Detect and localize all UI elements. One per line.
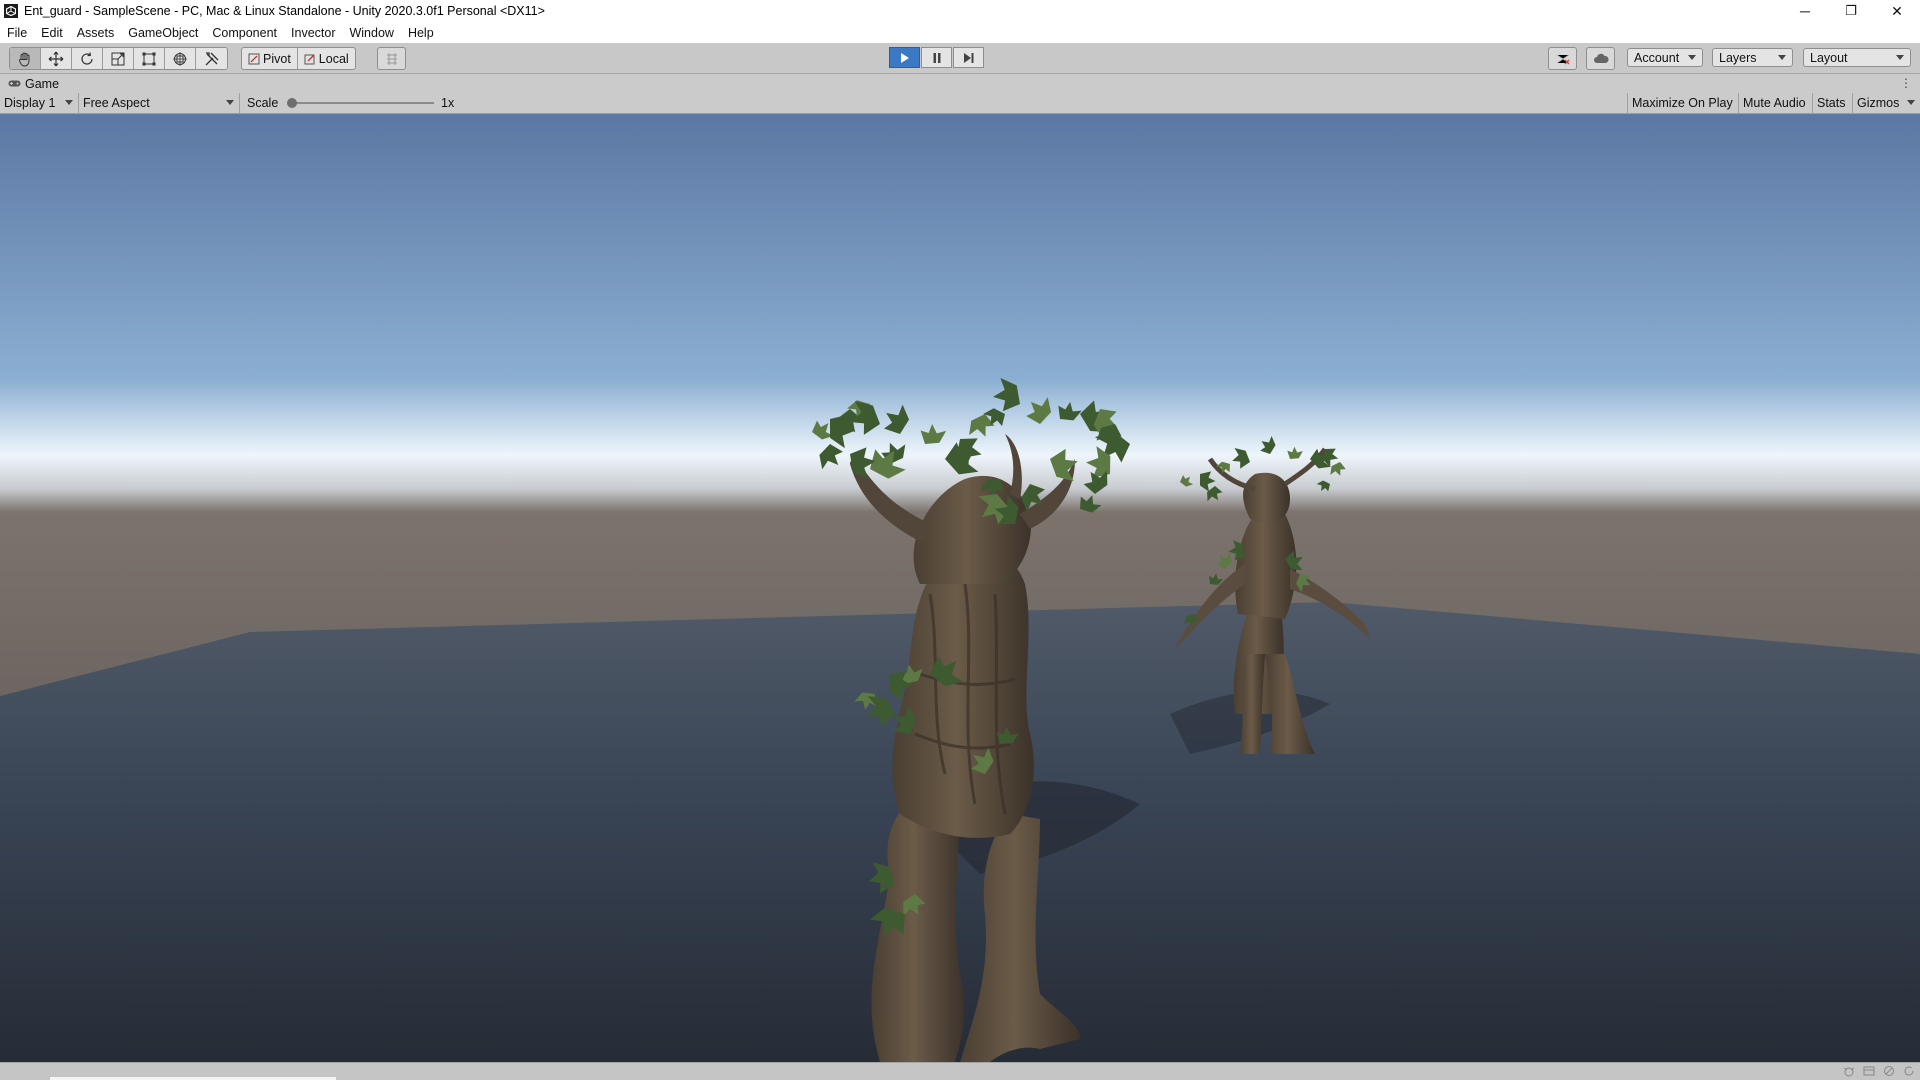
status-bar xyxy=(0,1062,1920,1080)
minimize-button[interactable]: ─ xyxy=(1782,0,1828,22)
pivot-label: Pivot xyxy=(263,51,291,66)
hand-tool-button[interactable] xyxy=(10,48,41,69)
local-toggle[interactable]: Local xyxy=(298,48,355,69)
menu-component[interactable]: Component xyxy=(205,26,284,40)
mute-audio-label: Mute Audio xyxy=(1743,96,1806,110)
maximize-on-play-label: Maximize On Play xyxy=(1632,96,1733,110)
bug-icon xyxy=(1843,1067,1855,1077)
cloud-button[interactable] xyxy=(1586,47,1615,70)
rotate-icon xyxy=(81,51,93,65)
step-button[interactable] xyxy=(953,47,984,68)
chevron-down-icon xyxy=(1688,55,1696,60)
tab-game[interactable]: Game xyxy=(0,77,59,91)
move-tool-button[interactable] xyxy=(41,48,72,69)
menu-file[interactable]: File xyxy=(0,26,34,40)
chevron-down-icon xyxy=(1907,100,1915,105)
chevron-down-icon xyxy=(65,100,73,105)
custom-tool-button[interactable] xyxy=(196,48,227,69)
play-controls xyxy=(889,47,985,68)
scale-slider-knob[interactable] xyxy=(287,98,297,108)
tools-icon xyxy=(205,51,218,65)
auto-lighting-icon xyxy=(1884,1066,1894,1076)
pivot-icon xyxy=(248,53,260,64)
close-button[interactable]: ✕ xyxy=(1874,0,1920,22)
scale-label: Scale xyxy=(247,96,279,110)
chevron-down-icon xyxy=(1778,55,1786,60)
gamepad-icon xyxy=(8,80,21,87)
menu-gameobject[interactable]: GameObject xyxy=(121,26,205,40)
game-tab-row: Game ⋮ xyxy=(0,74,1920,93)
chevron-down-icon xyxy=(1896,55,1904,60)
rect-tool-button[interactable] xyxy=(134,48,165,69)
rotate-tool-button[interactable] xyxy=(72,48,103,69)
mute-audio-toggle[interactable]: Mute Audio xyxy=(1738,93,1812,113)
game-view-toolbar: Display 1 Free Aspect Scale 1x Maximize … xyxy=(0,93,1920,114)
pivot-toggle[interactable]: Pivot xyxy=(242,48,298,69)
transform-tools xyxy=(9,47,228,70)
pivot-toggles: Pivot Local xyxy=(241,47,356,70)
local-label: Local xyxy=(318,51,349,66)
rect-icon xyxy=(142,52,156,65)
pause-button[interactable] xyxy=(921,47,952,68)
stats-label: Stats xyxy=(1817,96,1846,110)
layout-label: Layout xyxy=(1810,50,1848,65)
cache-icon xyxy=(1863,1066,1875,1076)
scale-slider[interactable] xyxy=(289,102,434,104)
pause-icon xyxy=(933,52,940,63)
transform-tool-button[interactable] xyxy=(165,48,196,69)
chevron-down-icon xyxy=(226,100,234,105)
scale-icon xyxy=(111,52,125,65)
step-icon xyxy=(963,52,973,63)
menu-bar: File Edit Assets GameObject Component In… xyxy=(0,22,1920,43)
account-dropdown[interactable]: Account xyxy=(1627,48,1703,67)
collab-button[interactable] xyxy=(1548,47,1577,70)
menu-edit[interactable]: Edit xyxy=(34,26,70,40)
sync-icon xyxy=(1904,1066,1914,1076)
window-title: Ent_guard - SampleScene - PC, Mac & Linu… xyxy=(24,4,545,18)
gizmos-label: Gizmos xyxy=(1857,96,1900,110)
collab-icon xyxy=(1556,54,1569,64)
account-label: Account xyxy=(1634,50,1680,65)
layout-dropdown[interactable]: Layout xyxy=(1803,48,1911,67)
layers-dropdown[interactable]: Layers xyxy=(1712,48,1793,67)
gizmos-dropdown[interactable]: Gizmos xyxy=(1852,93,1920,113)
game-viewport[interactable] xyxy=(0,114,1920,1062)
maximize-on-play-toggle[interactable]: Maximize On Play xyxy=(1627,93,1738,113)
game-render xyxy=(0,114,1920,1062)
layers-label: Layers xyxy=(1719,50,1757,65)
scale-tool-button[interactable] xyxy=(103,48,134,69)
tab-game-label: Game xyxy=(25,76,60,91)
unity-logo-icon xyxy=(4,4,18,18)
aspect-label: Free Aspect xyxy=(83,96,150,110)
display-dropdown[interactable]: Display 1 xyxy=(0,93,79,113)
menu-invector[interactable]: Invector xyxy=(284,26,342,40)
grid-snap-button[interactable] xyxy=(377,47,406,70)
play-button[interactable] xyxy=(889,47,920,68)
menu-assets[interactable]: Assets xyxy=(70,26,122,40)
display-label: Display 1 xyxy=(4,96,56,110)
grid-snap-icon xyxy=(386,52,397,65)
menu-help[interactable]: Help xyxy=(401,26,441,40)
stats-toggle[interactable]: Stats xyxy=(1812,93,1852,113)
cloud-icon xyxy=(1593,53,1609,63)
move-icon xyxy=(48,51,64,66)
transform-icon xyxy=(173,51,187,66)
local-icon xyxy=(304,54,315,64)
status-icons xyxy=(1842,1064,1916,1078)
main-toolbar: Pivot Local Account Layers Layout xyxy=(0,43,1920,74)
play-icon xyxy=(900,52,909,63)
scale-value: 1x xyxy=(441,96,455,110)
menu-window[interactable]: Window xyxy=(342,26,400,40)
restore-button[interactable]: ❐ xyxy=(1828,0,1874,22)
hand-icon xyxy=(19,52,30,67)
title-bar: Ent_guard - SampleScene - PC, Mac & Linu… xyxy=(0,0,1920,22)
aspect-dropdown[interactable]: Free Aspect xyxy=(79,93,240,113)
tab-menu-icon[interactable]: ⋮ xyxy=(1900,76,1912,90)
